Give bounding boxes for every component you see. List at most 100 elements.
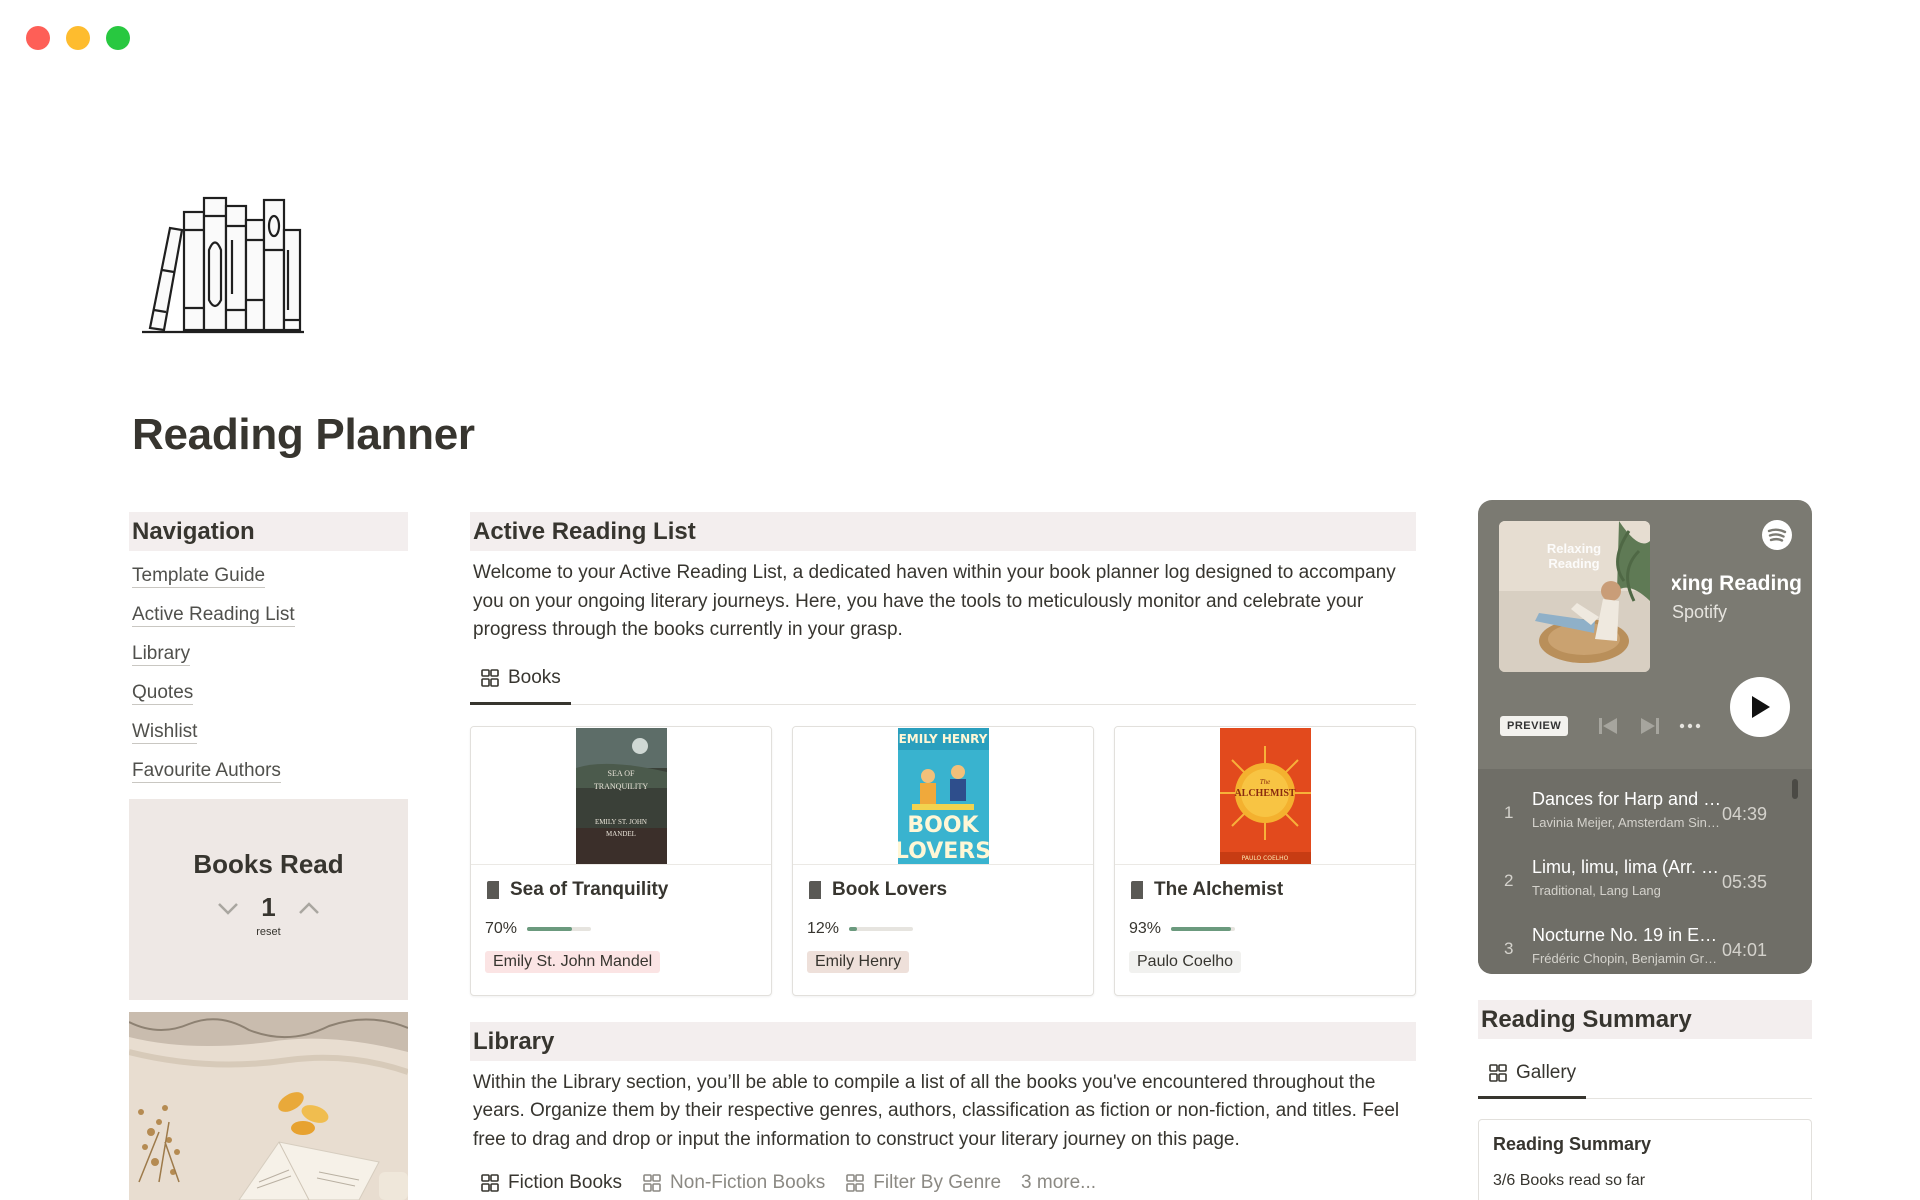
- author-tag: Paulo Coelho: [1129, 950, 1242, 973]
- books-read-counter: Books Read 1 reset: [129, 799, 408, 1000]
- minimize-window-button[interactable]: [66, 26, 90, 50]
- navigation-heading: Navigation: [129, 512, 408, 551]
- tab-books-label: Books: [508, 667, 561, 688]
- counter-reset-button[interactable]: reset: [256, 926, 280, 938]
- tab-filter-by-genre-label: Filter By Genre: [873, 1172, 1002, 1193]
- active-reading-view-tabs: Books: [470, 649, 1416, 705]
- progress-bar: [1171, 926, 1236, 931]
- nav-item-library: Library: [129, 635, 408, 674]
- book-cover-book-lovers: EMILY HENRY BOOK LOVERS: [897, 727, 989, 864]
- cover-text-line: ALCHEMIST: [1234, 788, 1295, 799]
- more-views-button[interactable]: 3 more...: [1011, 1168, 1106, 1200]
- summary-card-text: 3/6 Books read so far: [1493, 1172, 1646, 1189]
- middle-column: Active Reading List Welcome to your Acti…: [470, 512, 1416, 1200]
- gallery-grid-icon: [481, 669, 499, 687]
- cover-text-line: EMILY HENRY: [898, 732, 987, 746]
- tab-gallery[interactable]: Gallery: [1478, 1059, 1587, 1099]
- maximize-window-button[interactable]: [106, 26, 130, 50]
- book-card-sea-of-tranquility[interactable]: SEA OF TRANQUILITY EMILY ST. JOHN MANDEL…: [470, 725, 772, 996]
- track-number: 2: [1504, 871, 1514, 890]
- track-row[interactable]: 3 Nocturne No. 19 in E Minor Frédéric Ch…: [1478, 905, 1812, 973]
- tab-non-fiction-books[interactable]: Non-Fiction Books: [632, 1168, 835, 1200]
- books-icon[interactable]: [138, 190, 318, 340]
- gallery-grid-icon: [846, 1174, 865, 1192]
- tab-filter-by-genre[interactable]: Filter By Genre: [835, 1168, 1011, 1200]
- track-artist: Frédéric Chopin, Benjamin Grosvenor: [1532, 951, 1722, 966]
- book-cover-sea-of-tranquility: SEA OF TRANQUILITY EMILY ST. JOHN MANDEL: [575, 727, 667, 864]
- book-cover-area: EMILY HENRY BOOK LOVERS: [793, 726, 1093, 865]
- nav-link-quotes[interactable]: Quotes: [132, 682, 194, 705]
- play-icon: [1752, 696, 1770, 718]
- cover-text-line: EMILY ST. JOHN: [595, 818, 647, 826]
- reading-photo: [129, 1012, 408, 1200]
- playlist-cover[interactable]: Relaxing Reading: [1499, 521, 1650, 672]
- nav-link-library[interactable]: Library: [132, 643, 191, 666]
- cover-text-line: MANDEL: [606, 830, 636, 838]
- nav-item-wishlist: Wishlist: [129, 713, 408, 752]
- increment-chevron-up-icon[interactable]: [296, 899, 322, 917]
- progress-fill: [1171, 926, 1231, 931]
- author-tag: Emily Henry: [807, 950, 910, 973]
- previous-track-icon[interactable]: [1596, 715, 1620, 737]
- library-section: Library Within the Library section, you’…: [470, 1021, 1416, 1200]
- book-title: The Alchemist: [1154, 878, 1284, 900]
- active-reading-description: Welcome to your Active Reading List, a d…: [473, 562, 1396, 640]
- tab-gallery-label: Gallery: [1516, 1061, 1577, 1083]
- nav-link-wishlist[interactable]: Wishlist: [132, 721, 198, 744]
- cover-text-line: SEA OF: [607, 769, 634, 778]
- cover-text-line: PAULO COELHO: [1241, 855, 1288, 862]
- author-tag: Emily St. John Mandel: [485, 950, 661, 973]
- summary-view-tabs: Gallery: [1478, 1043, 1812, 1099]
- tab-fiction-books[interactable]: Fiction Books: [470, 1168, 632, 1200]
- close-window-button[interactable]: [26, 26, 50, 50]
- book-icon: [487, 880, 499, 899]
- preview-badge: PREVIEW: [1500, 716, 1569, 736]
- track-row[interactable]: 2 Limu, limu, lima (Arr. for Piano) Trad…: [1478, 837, 1812, 905]
- playlist-subtitle[interactable]: Spotify: [1672, 602, 1727, 623]
- progress-label: 93%: [1129, 919, 1162, 937]
- spotify-logo-icon[interactable]: [1762, 520, 1792, 550]
- track-duration: 04:39: [1722, 804, 1768, 824]
- nav-link-template-guide[interactable]: Template Guide: [132, 565, 266, 588]
- library-heading: Library: [470, 1021, 1416, 1061]
- counter-value: 1: [261, 892, 276, 922]
- window-controls: [26, 26, 130, 50]
- nav-link-active-reading-list[interactable]: Active Reading List: [132, 604, 295, 627]
- track-duration: 05:35: [1722, 872, 1768, 892]
- spotify-embed: Relaxing Reading Relaxing Reading Spotif…: [1478, 500, 1812, 974]
- cover-text-line: TRANQUILITY: [593, 782, 647, 791]
- reading-progress: 93%: [1129, 920, 1401, 938]
- cover-text-line: The: [1259, 778, 1270, 786]
- nav-link-favourite-authors[interactable]: Favourite Authors: [132, 760, 281, 783]
- page-title: Reading Planner: [132, 410, 475, 459]
- track-row[interactable]: 1 Dances for Harp and Orchestra Lavinia …: [1478, 769, 1812, 837]
- next-track-icon[interactable]: [1638, 715, 1662, 737]
- counter-controls: 1: [215, 892, 321, 923]
- nav-item-template-guide: Template Guide: [129, 557, 408, 596]
- progress-label: 12%: [807, 919, 840, 937]
- more-options-icon[interactable]: [1678, 715, 1702, 737]
- reading-summary-card[interactable]: Reading Summary 3/6 Books read so far: [1478, 1119, 1812, 1200]
- left-column: Navigation Template Guide Active Reading…: [129, 512, 408, 1200]
- book-title: Book Lovers: [832, 878, 948, 900]
- play-button[interactable]: [1730, 677, 1790, 737]
- track-number: 3: [1504, 939, 1514, 958]
- track-name: Limu, limu, lima (Arr. for Piano): [1532, 857, 1722, 877]
- tab-fiction-books-label: Fiction Books: [508, 1172, 623, 1193]
- progress-label: 70%: [485, 919, 518, 937]
- decrement-chevron-down-icon[interactable]: [215, 899, 241, 917]
- gallery-grid-icon: [481, 1174, 499, 1192]
- progress-fill: [849, 926, 857, 931]
- progress-bar: [527, 926, 592, 931]
- book-cover-area: The ALCHEMIST PAULO COELHO: [1115, 726, 1415, 865]
- playlist-title[interactable]: Relaxing Reading: [1672, 572, 1802, 596]
- tab-books[interactable]: Books: [470, 665, 571, 705]
- reading-progress: 70%: [485, 920, 757, 938]
- book-card-book-lovers[interactable]: EMILY HENRY BOOK LOVERS Book Lovers 12% …: [792, 725, 1094, 996]
- book-title-row: Book Lovers: [807, 879, 1079, 901]
- gallery-grid-icon: [1489, 1063, 1507, 1082]
- nav-item-quotes: Quotes: [129, 674, 408, 713]
- progress-fill: [527, 926, 572, 931]
- book-card-the-alchemist[interactable]: The ALCHEMIST PAULO COELHO The Alchemist…: [1114, 725, 1416, 996]
- book-cover-area: SEA OF TRANQUILITY EMILY ST. JOHN MANDEL: [471, 726, 771, 865]
